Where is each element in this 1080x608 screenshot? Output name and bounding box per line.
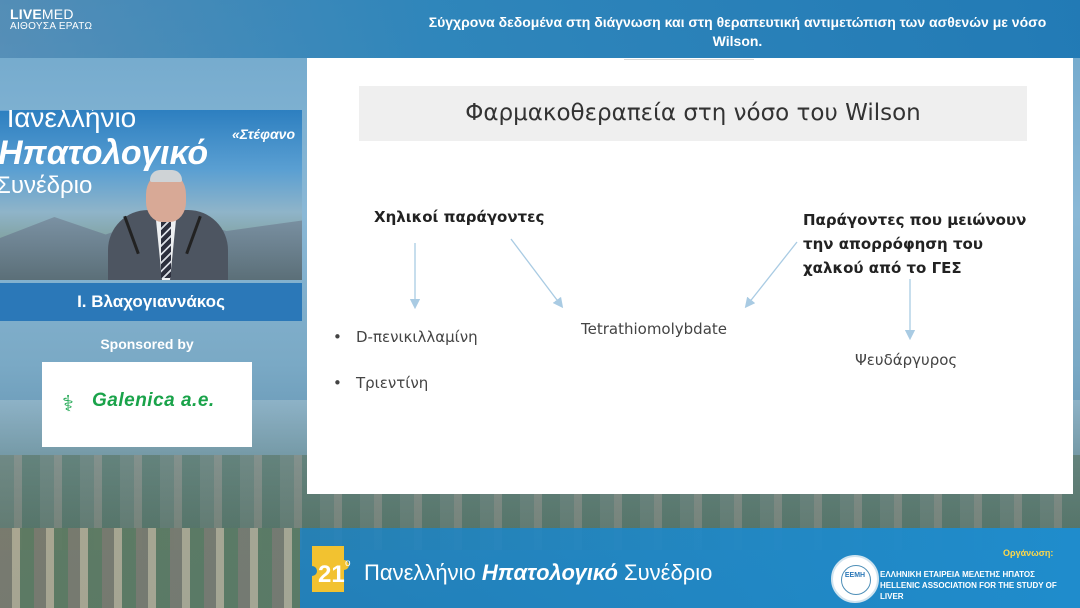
organizer-label: Οργάνωση: — [1003, 548, 1054, 558]
sponsor-logo: ⚕ Galenica a.e. — [42, 362, 252, 447]
conference-name-part3: Συνέδριο — [624, 560, 713, 585]
chelator-penicillamine: D-πενικιλλαμίνη — [356, 328, 478, 346]
edition-suffix: ο — [345, 558, 351, 569]
organizer-logo-icon: ΕΕΜΗ — [831, 555, 879, 603]
zinc-label: Ψευδάργυρος — [855, 351, 958, 369]
bullet-1: • — [333, 328, 342, 346]
puzzle-21-logo-icon: 21 ο — [312, 546, 351, 592]
slide-arrows — [409, 238, 916, 341]
talk-title-line2: Wilson. — [712, 33, 763, 49]
livemed-logo: LIVEMED ΑΙΘΟΥΣΑ ΕΡΑΤΩ — [10, 6, 92, 32]
organizer-name: ΕΛΛΗΝΙΚΗ ΕΤΑΙΡΕΙΑ ΜΕΛΕΤΗΣ ΗΠΑΤΟΣ HELLENI… — [880, 569, 1080, 602]
tetrathiomolybdate-label: Tetrathiomolybdate — [581, 320, 727, 338]
speaker-video: Πανελλήνιο Ηπατολογικό Συνέδριο «Στέφανο — [0, 110, 302, 280]
conference-name-part2: Ηπατολογικό — [481, 560, 618, 585]
chelator-trientine: Τριεντίνη — [356, 374, 429, 392]
bottom-town-photo — [0, 528, 300, 608]
organizer-logo-text: ΕΕΜΗ — [844, 572, 866, 579]
logo-live-text: LIVE — [10, 6, 42, 22]
arrow-to-tetrathiomolybdate-left — [510, 238, 564, 309]
organizer-name-en: HELLENIC ASSOCIATION FOR THE STUDY OF LI… — [880, 581, 1057, 601]
speaker-tie — [161, 222, 171, 278]
conference-name-part1: Πανελλήνιο — [364, 560, 476, 585]
sponsored-label: Sponsored by — [100, 336, 194, 352]
video-banner-line1: Πανελλήνιο — [0, 110, 137, 133]
organizer-name-gr: ΕΛΛΗΝΙΚΗ ΕΤΑΙΡΕΙΑ ΜΕΛΕΤΗΣ ΗΠΑΤΟΣ — [880, 570, 1035, 579]
speaker-name: Ι. Βλαχογιαννάκος — [0, 283, 302, 321]
organizer-logo-ring — [841, 565, 871, 595]
caduceus-icon: ⚕ — [62, 392, 74, 417]
talk-title: Σύγχρονα δεδομένα στη διάγνωση και στη θ… — [395, 13, 1080, 51]
edition-number: 21 — [318, 561, 345, 588]
video-banner-line3: Συνέδριο — [0, 172, 93, 199]
conference-name: Πανελλήνιο Ηπατολογικό Συνέδριο — [364, 560, 712, 586]
arrow-to-tetrathiomolybdate-right — [744, 241, 798, 309]
logo-med-text: MED — [41, 6, 74, 22]
video-banner-line2: Ηπατολογικό — [0, 134, 209, 172]
speaker-hair — [150, 170, 182, 182]
sponsor-name: Galenica a.e. — [92, 390, 215, 411]
talk-title-line1: Σύγχρονα δεδομένα στη διάγνωση και στη θ… — [428, 14, 1047, 30]
video-banner-quote: «Στέφανο — [232, 126, 296, 142]
room-name: ΑΙΘΟΥΣΑ ΕΡΑΤΩ — [10, 21, 93, 32]
bullet-2: • — [333, 374, 342, 392]
presentation-slide: Φαρμακοθεραπεία στη νόσο του Wilson Χηλι… — [307, 58, 1073, 494]
